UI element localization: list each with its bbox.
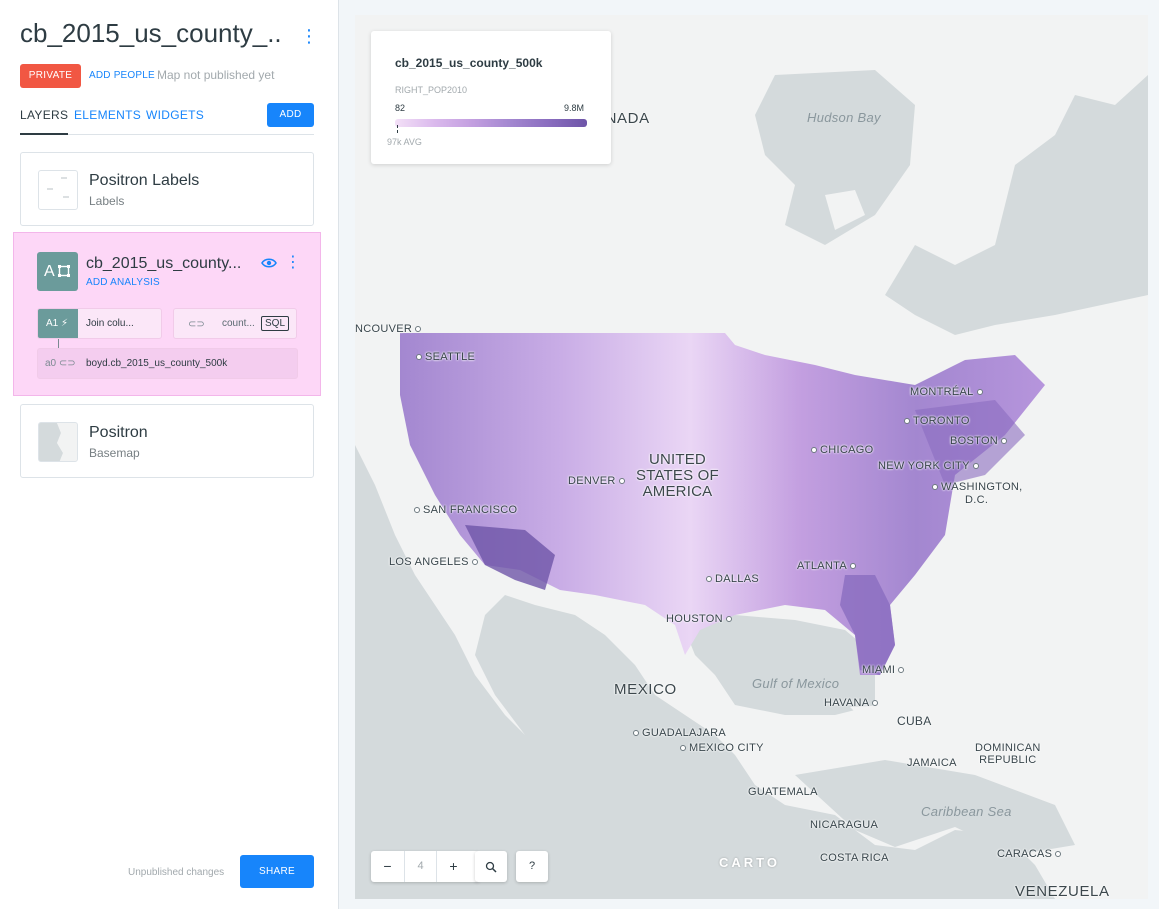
map-label-nicaragua: NICARAGUA: [810, 819, 879, 831]
add-layer-button[interactable]: ADD: [267, 103, 314, 127]
map-label-caracas: CARACAS: [997, 848, 1064, 860]
map-label-venezuela: VENEZUELA: [1015, 883, 1110, 899]
legend-color-ramp: [395, 119, 587, 127]
zoom-level: 4: [404, 851, 437, 882]
share-button[interactable]: SHARE: [240, 855, 314, 888]
analysis-node-source-table[interactable]: a0 ⊂⊃ boyd.cb_2015_us_county_500k: [37, 348, 298, 379]
map-title[interactable]: cb_2015_us_county_...: [20, 18, 280, 49]
publish-status: Map not published yet: [157, 68, 275, 82]
map-label-usa: UNITED STATES OF AMERICA: [636, 451, 719, 500]
sql-badge: SQL: [261, 316, 290, 331]
legend-min: 82: [395, 103, 406, 113]
map-label-san-francisco: SAN FRANCISCO: [411, 504, 517, 516]
layer-card-basemap[interactable]: Positron Basemap: [20, 404, 314, 478]
layer-badge: A: [37, 252, 78, 291]
analysis-node-id: A1 ⚡: [38, 309, 78, 338]
basemap-thumbnail: [38, 422, 78, 462]
analysis-node-join[interactable]: A1 ⚡ Join colu...: [37, 308, 162, 339]
map-label-havana: HAVANA: [824, 697, 881, 709]
add-people-link[interactable]: ADD PEOPLE: [89, 70, 155, 81]
zoom-out-button[interactable]: −: [371, 851, 404, 882]
layer-name: Positron: [89, 424, 148, 441]
polygon-geometry-icon: [58, 265, 70, 277]
map-label-atlanta: ATLANTA: [797, 560, 859, 572]
map-label-hudson-bay: Hudson Bay: [807, 110, 881, 125]
map-label-gulf-of-mexico: Gulf of Mexico: [752, 676, 840, 691]
map-label-guadalajara: GUADALAJARA: [630, 727, 726, 739]
zoom-in-button[interactable]: +: [437, 851, 470, 882]
map-label-los-angeles: LOS ANGELES: [389, 556, 481, 568]
labels-thumbnail: [38, 170, 78, 210]
analysis-node-label: Join colu...: [86, 318, 134, 329]
map-label-washington: WASHINGTON, D.C.: [929, 481, 1023, 507]
map-label-houston: HOUSTON: [666, 613, 735, 625]
map-label-cuba: CUBA: [897, 714, 932, 728]
link-icon: ⊂⊃: [188, 319, 205, 330]
map-options-kebab-icon[interactable]: ⋮: [300, 27, 318, 47]
zoom-controls: − 4 +: [371, 851, 479, 882]
map-label-guatemala: GUATEMALA: [748, 786, 818, 798]
source-node-label: count...: [222, 318, 255, 329]
layer-card-labels[interactable]: Positron Labels Labels: [20, 152, 314, 226]
map-label-vancouver: NCOUVER: [355, 323, 424, 335]
map-label-costa-rica: COSTA RICA: [820, 852, 889, 864]
legend-avg-marker: [397, 125, 398, 133]
add-analysis-link[interactable]: ADD ANALYSIS: [86, 277, 160, 288]
legend-field: RIGHT_POP2010: [395, 85, 468, 95]
map-label-miami: MIAMI: [862, 664, 907, 676]
map-label-dallas: DALLAS: [703, 573, 759, 585]
layer-letter: A: [44, 263, 55, 280]
tab-widgets[interactable]: WIDGETS: [146, 108, 204, 122]
legend-title: cb_2015_us_county_500k: [395, 56, 543, 70]
editor-sidebar: cb_2015_us_county_... ⋮ PRIVATE ADD PEOP…: [0, 0, 339, 909]
analysis-node-source[interactable]: ⊂⊃ count... SQL: [173, 308, 297, 339]
map-label-montreal: MONTRÉAL: [910, 386, 986, 398]
map-label-mexico-city: MEXICO CITY: [677, 742, 764, 754]
map-label-seattle: SEATTLE: [413, 351, 475, 363]
magnifier-icon: [485, 861, 497, 873]
legend-avg: 97k AVG: [387, 137, 422, 147]
layer-type: Basemap: [89, 446, 140, 460]
map-label-caribbean-sea: Caribbean Sea: [921, 804, 1012, 819]
eye-icon[interactable]: [261, 257, 277, 269]
map-label-dominican-republic: DOMINICAN REPUBLIC: [975, 742, 1041, 766]
map-label-boston: BOSTON: [950, 435, 1010, 447]
map-search-button[interactable]: [475, 851, 507, 882]
layer-name: Positron Labels: [89, 172, 200, 189]
analysis-node-id: a0 ⊂⊃: [45, 358, 76, 369]
tab-elements[interactable]: ELEMENTS: [74, 108, 141, 122]
map-label-denver: DENVER: [568, 475, 628, 487]
layer-card-county[interactable]: A cb_2015_us_county... ADD ANALYSIS ⋮ A1…: [13, 232, 321, 396]
layer-name[interactable]: cb_2015_us_county...: [86, 255, 246, 273]
legend-max: 9.8M: [564, 103, 585, 113]
unpublished-changes-status: Unpublished changes: [128, 867, 225, 878]
map-canvas[interactable]: ANADA Hudson Bay NCOUVER SEATTLE MONTRÉA…: [355, 15, 1148, 899]
layer-options-kebab-icon[interactable]: ⋮: [285, 254, 301, 272]
map-label-new-york: NEW YORK CITY: [878, 460, 982, 472]
help-button[interactable]: ?: [516, 851, 548, 882]
map-label-jamaica: JAMAICA: [907, 757, 957, 769]
map-label-toronto: TORONTO: [901, 415, 970, 427]
privacy-button[interactable]: PRIVATE: [20, 64, 81, 88]
legend-panel: cb_2015_us_county_500k RIGHT_POP2010 82 …: [371, 31, 611, 164]
source-table-label: boyd.cb_2015_us_county_500k: [86, 358, 228, 369]
layer-type: Labels: [89, 194, 125, 208]
map-label-mexico: MEXICO: [614, 681, 677, 698]
tab-layers[interactable]: LAYERS: [20, 108, 69, 135]
carto-logo[interactable]: CARTO: [719, 855, 780, 870]
map-label-chicago: CHICAGO: [808, 444, 873, 456]
